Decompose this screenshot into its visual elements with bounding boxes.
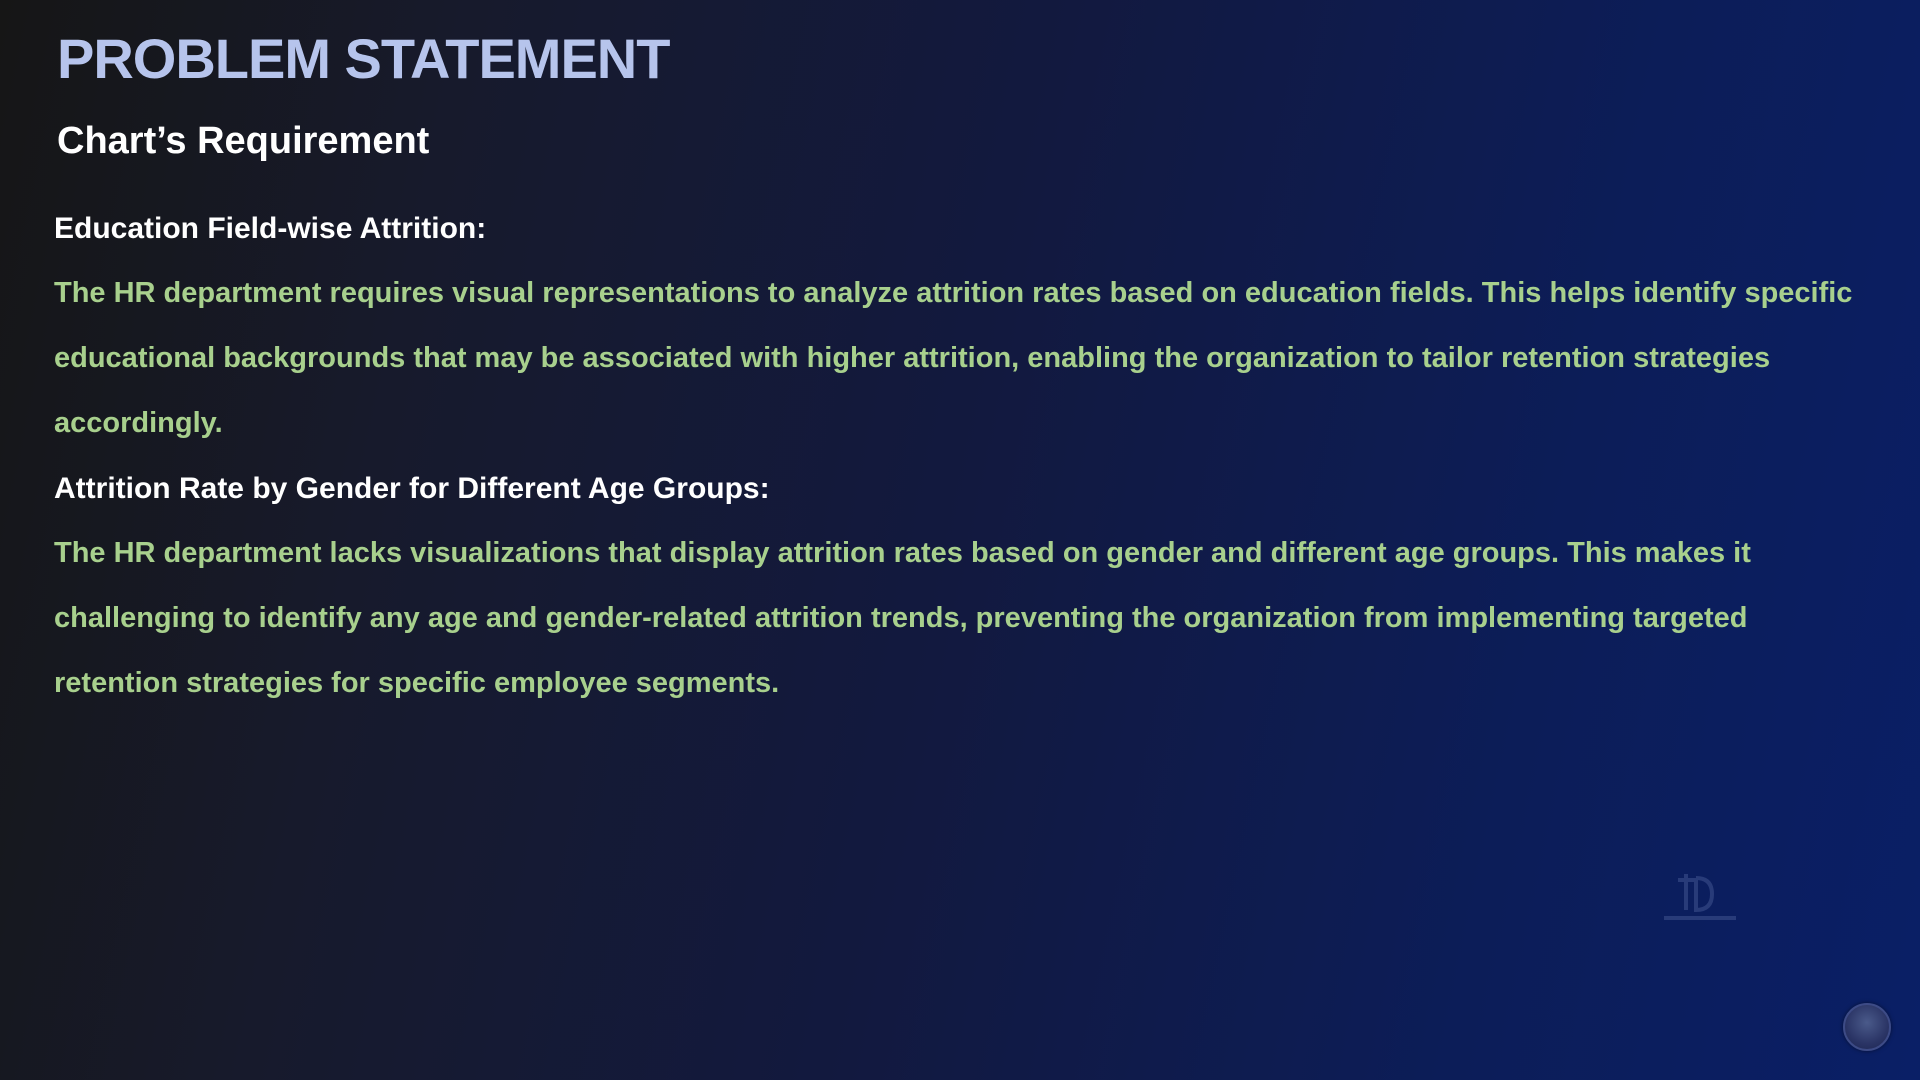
presentation-slide: PROBLEM STATEMENT Chart’s Requirement Ed… xyxy=(0,0,1920,1080)
slide-subtitle: Chart’s Requirement xyxy=(57,120,430,162)
section-body: The HR department requires visual repres… xyxy=(54,277,1853,439)
avatar-badge-icon xyxy=(1843,1003,1891,1051)
section-heading: Attrition Rate by Gender for Different A… xyxy=(54,472,770,505)
logo-watermark-icon xyxy=(1660,868,1740,928)
section-body: The HR department lacks visualizations t… xyxy=(54,537,1751,699)
section-heading: Education Field-wise Attrition: xyxy=(54,212,487,245)
section-education-field: Education Field-wise Attrition: The HR d… xyxy=(54,196,1884,456)
slide-content: Education Field-wise Attrition: The HR d… xyxy=(54,196,1884,716)
section-gender-age: Attrition Rate by Gender for Different A… xyxy=(54,456,1884,716)
slide-title: PROBLEM STATEMENT xyxy=(57,27,670,90)
